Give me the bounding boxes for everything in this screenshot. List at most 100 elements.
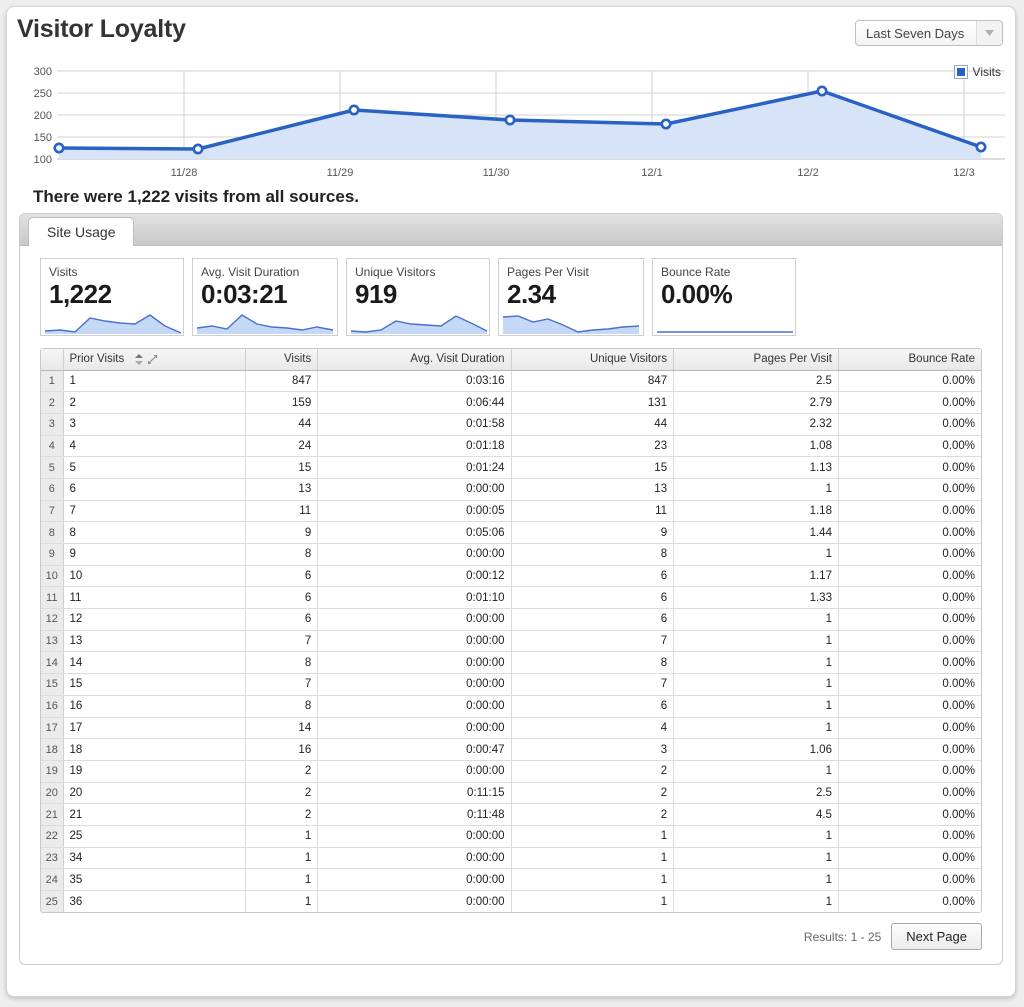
column-header-prior-visits[interactable]: Prior Visits xyxy=(63,349,245,370)
table-row[interactable]: 1717140:00:00410.00% xyxy=(41,717,981,739)
cell-pages-per-visit: 1.18 xyxy=(674,500,839,522)
cell-prior-visits: 18 xyxy=(63,739,245,761)
table-row[interactable]: 1818160:00:4731.060.00% xyxy=(41,739,981,761)
column-header-index xyxy=(41,349,63,370)
cell-bounce-rate: 0.00% xyxy=(838,869,981,891)
data-table-wrapper: Prior Visits Visits Avg. Visit Duration … xyxy=(40,348,982,913)
next-page-button[interactable]: Next Page xyxy=(891,923,982,950)
cell-visits: 15 xyxy=(245,457,318,479)
cell-unique-visitors: 23 xyxy=(511,435,674,457)
cell-bounce-rate: 0.00% xyxy=(838,825,981,847)
table-row[interactable]: 66130:00:001310.00% xyxy=(41,478,981,500)
column-header-pages-per-visit[interactable]: Pages Per Visit xyxy=(674,349,839,370)
cell-bounce-rate: 0.00% xyxy=(838,587,981,609)
cell-unique-visitors: 11 xyxy=(511,500,674,522)
cell-pages-per-visit: 1.17 xyxy=(674,565,839,587)
column-header-unique-visitors[interactable]: Unique Visitors xyxy=(511,349,674,370)
cell-bounce-rate: 0.00% xyxy=(838,674,981,696)
cell-unique-visitors: 8 xyxy=(511,544,674,566)
metric-value-visits: 1,222 xyxy=(49,279,112,310)
table-row[interactable]: 55150:01:24151.130.00% xyxy=(41,457,981,479)
cell-pages-per-visit: 1 xyxy=(674,717,839,739)
table-row[interactable]: 44240:01:18231.080.00% xyxy=(41,435,981,457)
cell-visits: 6 xyxy=(245,565,318,587)
metric-card-avg-visit-duration[interactable]: Avg. Visit Duration 0:03:21 xyxy=(192,258,338,336)
svg-text:11/30: 11/30 xyxy=(483,167,510,179)
table-row[interactable]: 111160:01:1061.330.00% xyxy=(41,587,981,609)
table-row[interactable]: 151570:00:00710.00% xyxy=(41,674,981,696)
metric-card-pages-per-visit[interactable]: Pages Per Visit 2.34 xyxy=(498,258,644,336)
cell-prior-visits: 4 xyxy=(63,435,245,457)
cell-unique-visitors: 8 xyxy=(511,652,674,674)
metric-label-visits: Visits xyxy=(49,265,77,279)
cell-pages-per-visit: 2.32 xyxy=(674,413,839,435)
cell-avg-visit-duration: 0:01:10 xyxy=(318,587,511,609)
table-row[interactable]: 121260:00:00610.00% xyxy=(41,609,981,631)
date-range-dropdown[interactable]: Last Seven Days xyxy=(855,20,1003,46)
metric-label-bounce-rate: Bounce Rate xyxy=(661,265,730,279)
column-header-visits[interactable]: Visits xyxy=(245,349,318,370)
table-row[interactable]: 233410:00:00110.00% xyxy=(41,847,981,869)
metric-card-bounce-rate[interactable]: Bounce Rate 0.00% xyxy=(652,258,796,336)
table-row[interactable]: 161680:00:00610.00% xyxy=(41,695,981,717)
cell-unique-visitors: 7 xyxy=(511,630,674,652)
cell-bounce-rate: 0.00% xyxy=(838,544,981,566)
table-row[interactable]: 253610:00:00110.00% xyxy=(41,891,981,913)
cell-unique-visitors: 2 xyxy=(511,804,674,826)
table-row[interactable]: 243510:00:00110.00% xyxy=(41,869,981,891)
table-row[interactable]: 141480:00:00810.00% xyxy=(41,652,981,674)
table-row[interactable]: 131370:00:00710.00% xyxy=(41,630,981,652)
row-index: 6 xyxy=(41,478,63,500)
table-row[interactable]: 77110:00:05111.180.00% xyxy=(41,500,981,522)
cell-prior-visits: 12 xyxy=(63,609,245,631)
table-row[interactable]: 101060:00:1261.170.00% xyxy=(41,565,981,587)
cell-unique-visitors: 44 xyxy=(511,413,674,435)
table-row[interactable]: 191920:00:00210.00% xyxy=(41,760,981,782)
cell-bounce-rate: 0.00% xyxy=(838,760,981,782)
cell-avg-visit-duration: 0:00:00 xyxy=(318,674,511,696)
table-row[interactable]: 212120:11:4824.50.00% xyxy=(41,804,981,826)
cell-avg-visit-duration: 0:01:24 xyxy=(318,457,511,479)
table-row[interactable]: 33440:01:58442.320.00% xyxy=(41,413,981,435)
table-row[interactable]: 118470:03:168472.50.00% xyxy=(41,370,981,392)
cell-visits: 2 xyxy=(245,760,318,782)
table-row[interactable]: 222510:00:00110.00% xyxy=(41,825,981,847)
table-row[interactable]: 9980:00:00810.00% xyxy=(41,544,981,566)
dashboard-panel: Visitor Loyalty Last Seven Days 300 250 … xyxy=(6,6,1016,997)
chart-legend: Visits xyxy=(955,65,1001,79)
cell-avg-visit-duration: 0:00:00 xyxy=(318,760,511,782)
row-index: 19 xyxy=(41,760,63,782)
sparkline-pages-per-visit xyxy=(503,312,639,334)
cell-prior-visits: 11 xyxy=(63,587,245,609)
metric-value-unique-visitors: 919 xyxy=(355,279,397,310)
cell-prior-visits: 10 xyxy=(63,565,245,587)
chevron-down-icon[interactable] xyxy=(976,21,1002,45)
cell-pages-per-visit: 1 xyxy=(674,847,839,869)
row-index: 2 xyxy=(41,392,63,414)
cell-visits: 1 xyxy=(245,847,318,869)
date-range-label: Last Seven Days xyxy=(856,26,976,41)
cell-visits: 8 xyxy=(245,695,318,717)
cell-unique-visitors: 15 xyxy=(511,457,674,479)
table-row[interactable]: 8890:05:0691.440.00% xyxy=(41,522,981,544)
cell-visits: 14 xyxy=(245,717,318,739)
tab-container: Site Usage Visits 1,222 Avg. Visit Durat… xyxy=(19,213,1003,965)
tab-site-usage[interactable]: Site Usage xyxy=(28,217,134,246)
column-sort-controls[interactable] xyxy=(135,354,157,365)
cell-avg-visit-duration: 0:00:00 xyxy=(318,478,511,500)
column-header-bounce-rate[interactable]: Bounce Rate xyxy=(838,349,981,370)
cell-bounce-rate: 0.00% xyxy=(838,847,981,869)
metric-card-visits[interactable]: Visits 1,222 xyxy=(40,258,184,336)
cell-prior-visits: 3 xyxy=(63,413,245,435)
metric-card-unique-visitors[interactable]: Unique Visitors 919 xyxy=(346,258,490,336)
cell-prior-visits: 21 xyxy=(63,804,245,826)
table-row[interactable]: 202020:11:1522.50.00% xyxy=(41,782,981,804)
row-index: 24 xyxy=(41,869,63,891)
cell-bounce-rate: 0.00% xyxy=(838,457,981,479)
cell-unique-visitors: 6 xyxy=(511,609,674,631)
column-header-avg-visit-duration[interactable]: Avg. Visit Duration xyxy=(318,349,511,370)
cell-avg-visit-duration: 0:03:16 xyxy=(318,370,511,392)
table-row[interactable]: 221590:06:441312.790.00% xyxy=(41,392,981,414)
dashboard-header: Visitor Loyalty Last Seven Days xyxy=(7,7,1015,57)
cell-unique-visitors: 847 xyxy=(511,370,674,392)
